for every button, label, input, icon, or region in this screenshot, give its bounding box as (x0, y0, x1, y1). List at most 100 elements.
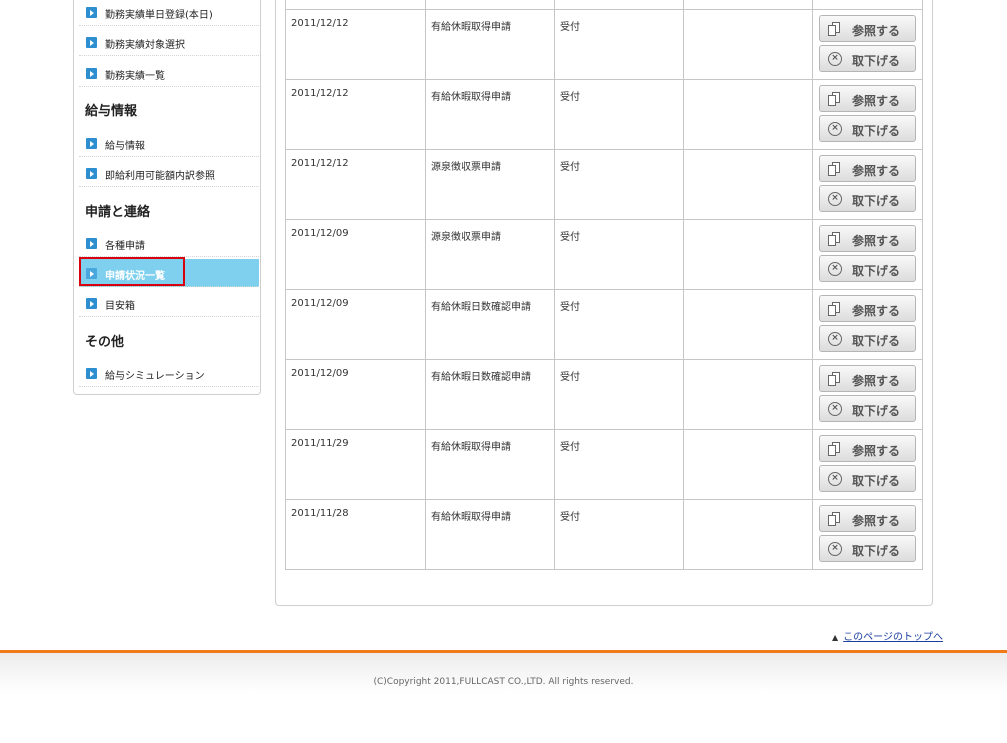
request-status: 受付 (560, 162, 580, 173)
withdraw-button[interactable]: × 取下げる (819, 45, 916, 72)
request-type: 源泉徴収票申請 (431, 232, 501, 243)
cancel-circle-icon: × (828, 332, 842, 346)
page-top-link-container: ▲ このページのトップへ (832, 628, 943, 643)
view-button[interactable]: 参照する (819, 365, 916, 392)
request-note (684, 220, 812, 228)
table-row: 2011/12/09 源泉徴収票申請 受付 参照する × 取下げる (285, 219, 923, 290)
request-status: 受付 (560, 512, 580, 523)
footer (0, 650, 1007, 743)
arrow-right-icon (86, 138, 97, 149)
request-type: 有給休暇取得申請 (431, 22, 511, 33)
sidebar-item-label: 即給利用可能額内訳参照 (105, 171, 215, 182)
document-copy-icon (828, 22, 842, 36)
request-note (684, 500, 812, 508)
table-row: 2011/12/12 源泉徴収票申請 受付 参照する × 取下げる (285, 149, 923, 220)
document-copy-icon (828, 372, 842, 386)
withdraw-button[interactable]: × 取下げる (819, 325, 916, 352)
request-type: 有給休暇取得申請 (431, 512, 511, 523)
document-copy-icon (828, 442, 842, 456)
arrow-right-icon (86, 168, 97, 179)
request-note (684, 290, 812, 298)
request-status: 受付 (560, 372, 580, 383)
sidebar-item-attendance-select[interactable]: 勤務実績対象選択 (79, 28, 259, 56)
sidebar-item-label: 給与シミュレーション (105, 371, 205, 382)
cancel-circle-icon: × (828, 122, 842, 136)
sidebar-item-label: 勤務実績一覧 (105, 71, 165, 82)
table-row: 2011/12/12 有給休暇取得申請 受付 参照する × 取下げる (285, 79, 923, 150)
sidebar-item-salary-simulation[interactable]: 給与シミュレーション (79, 359, 259, 387)
view-button[interactable]: 参照する (819, 155, 916, 182)
view-button[interactable]: 参照する (819, 505, 916, 532)
view-button[interactable]: 参照する (819, 225, 916, 252)
request-status: 受付 (560, 442, 580, 453)
withdraw-button[interactable]: × 取下げる (819, 465, 916, 492)
request-date: 2011/12/12 (291, 18, 349, 29)
request-status: 受付 (560, 92, 580, 103)
request-note (684, 80, 812, 88)
request-date: 2011/12/12 (291, 158, 349, 169)
request-status: 受付 (560, 302, 580, 313)
arrow-right-icon (86, 68, 97, 79)
document-copy-icon (828, 302, 842, 316)
arrow-right-icon (86, 298, 97, 309)
arrow-right-icon (86, 368, 97, 379)
sidebar-item-request-status-list[interactable]: 申請状況一覧 (79, 257, 259, 287)
cancel-circle-icon: × (828, 262, 842, 276)
table-row: 2011/11/28 有給休暇取得申請 受付 参照する × 取下げる (285, 499, 923, 570)
request-date: 2011/11/28 (291, 508, 349, 519)
request-type: 有給休暇日数確認申請 (431, 302, 531, 313)
table-row: 2011/12/09 有給休暇日数確認申請 受付 参照する × 取下げる (285, 289, 923, 360)
sidebar-item-label: 目安箱 (105, 301, 135, 312)
copyright-text: (C)Copyright 2011,FULLCAST CO.,LTD. All … (373, 677, 634, 687)
sidebar-heading-salary: 給与情報 (85, 104, 138, 119)
request-date: 2011/11/29 (291, 438, 349, 449)
document-copy-icon (828, 512, 842, 526)
cancel-circle-icon: × (828, 402, 842, 416)
withdraw-button[interactable]: × 取下げる (819, 115, 916, 142)
request-type: 有給休暇取得申請 (431, 92, 511, 103)
arrow-right-icon (86, 238, 97, 249)
sidebar-item-label: 申請状況一覧 (105, 271, 165, 282)
page-top-link[interactable]: このページのトップへ (843, 632, 943, 643)
request-date: 2011/12/09 (291, 298, 349, 309)
sidebar-item-label: 勤務実績対象選択 (105, 40, 185, 51)
view-button[interactable]: 参照する (819, 85, 916, 112)
sidebar-item-suggestion-box[interactable]: 目安箱 (79, 289, 259, 317)
cancel-circle-icon: × (828, 542, 842, 556)
request-date: 2011/12/09 (291, 228, 349, 239)
withdraw-button[interactable]: × 取下げる (819, 395, 916, 422)
arrow-up-icon: ▲ (832, 633, 839, 642)
view-button[interactable]: 参照する (819, 15, 916, 42)
request-status-table: 2011/12/12 有給休暇取得申請 受付 参照する × 取下げる 2011/… (285, 0, 923, 570)
arrow-right-icon (86, 7, 97, 18)
sidebar-item-attendance-list[interactable]: 勤務実績一覧 (79, 59, 259, 87)
view-button[interactable]: 参照する (819, 435, 916, 462)
request-note (684, 150, 812, 158)
request-status: 受付 (560, 22, 580, 33)
table-row: 2011/12/12 有給休暇取得申請 受付 参照する × 取下げる (285, 9, 923, 80)
withdraw-button[interactable]: × 取下げる (819, 185, 916, 212)
sidebar-item-instant-pay-breakdown[interactable]: 即給利用可能額内訳参照 (79, 159, 259, 187)
sidebar-item-label: 給与情報 (105, 141, 145, 152)
request-type: 有給休暇日数確認申請 (431, 372, 531, 383)
table-row: 2011/12/09 有給休暇日数確認申請 受付 参照する × 取下げる (285, 359, 923, 430)
sidebar-nav: 勤務実績単日登録(本日) 勤務実績対象選択 勤務実績一覧 給与情報 給与情報 即… (73, 0, 261, 395)
sidebar-item-salary-info[interactable]: 給与情報 (79, 129, 259, 157)
withdraw-button[interactable]: × 取下げる (819, 535, 916, 562)
request-note (684, 10, 812, 18)
document-copy-icon (828, 92, 842, 106)
view-button[interactable]: 参照する (819, 295, 916, 322)
sidebar-item-various-requests[interactable]: 各種申請 (79, 229, 259, 257)
sidebar-item-attendance-single-entry[interactable]: 勤務実績単日登録(本日) (79, 0, 259, 26)
request-type: 源泉徴収票申請 (431, 162, 501, 173)
request-note (684, 360, 812, 368)
arrow-right-icon (86, 37, 97, 48)
sidebar-item-label: 勤務実績単日登録(本日) (105, 10, 213, 21)
cancel-circle-icon: × (828, 52, 842, 66)
sidebar-item-label: 各種申請 (105, 241, 145, 252)
document-copy-icon (828, 232, 842, 246)
request-date: 2011/12/12 (291, 88, 349, 99)
arrow-right-icon (86, 268, 97, 279)
sidebar-heading-requests: 申請と連絡 (85, 205, 151, 220)
withdraw-button[interactable]: × 取下げる (819, 255, 916, 282)
